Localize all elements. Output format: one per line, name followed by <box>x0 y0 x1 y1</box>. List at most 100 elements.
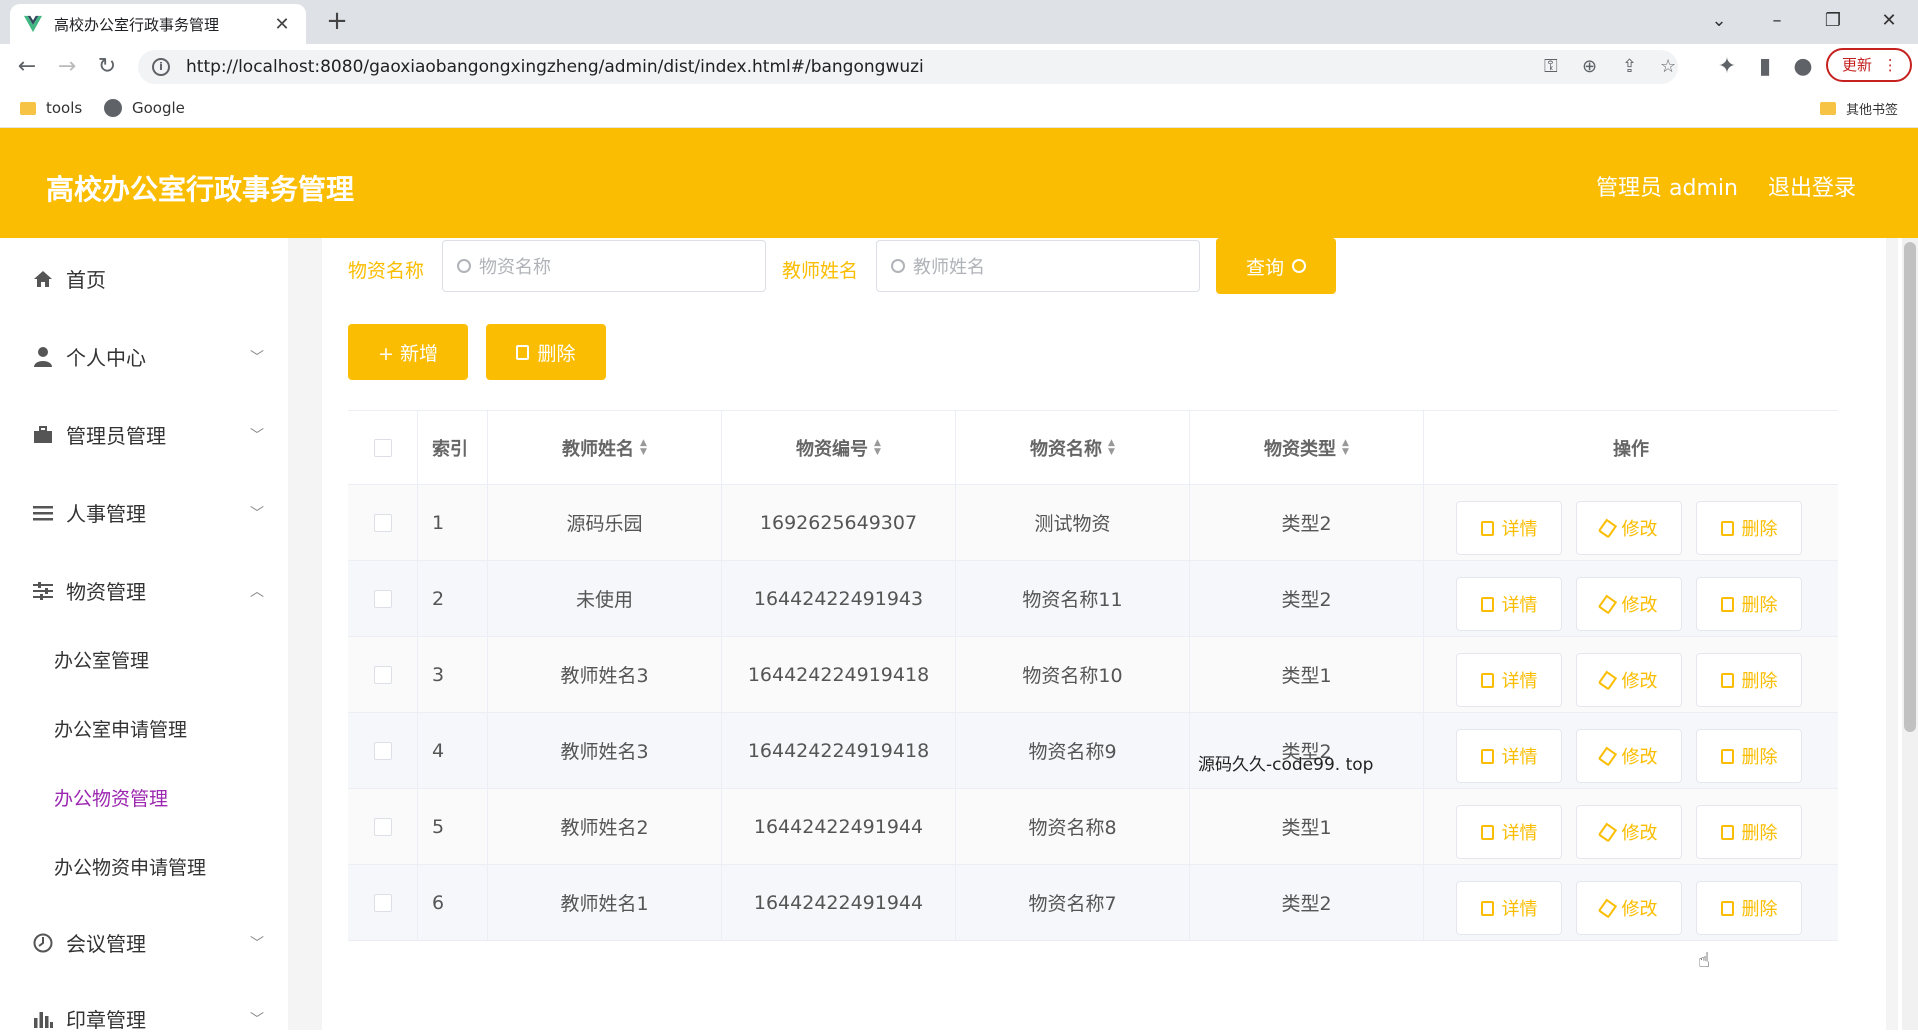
query-button[interactable]: 查询 <box>1216 238 1336 294</box>
delete-button[interactable]: 删除 <box>1696 729 1802 783</box>
edit-button[interactable]: 修改 <box>1576 729 1682 783</box>
new-tab-icon[interactable]: + <box>322 6 352 36</box>
search-name-input[interactable]: 物资名称 <box>442 240 766 292</box>
cell-code: 164424224919418 <box>722 713 956 788</box>
sort-icon[interactable]: ▲ ▼ <box>874 438 881 457</box>
edit-label: 修改 <box>1621 519 1658 540</box>
url-field[interactable]: i http://localhost:8080/gaoxiaobangongxi… <box>138 50 1678 84</box>
edit-button[interactable]: 修改 <box>1576 881 1682 935</box>
close-tab-icon[interactable]: ✕ <box>272 14 292 35</box>
other-bookmarks[interactable]: 其他书签 <box>1820 99 1898 118</box>
edit-button[interactable]: 修改 <box>1576 577 1682 631</box>
sort-icon[interactable]: ▲ ▼ <box>1342 438 1349 457</box>
cell-teacher: 未使用 <box>488 561 722 636</box>
edit-button[interactable]: 修改 <box>1576 501 1682 555</box>
edit-icon <box>1597 746 1617 766</box>
sidebar-item-seals[interactable]: 印章管理 ﹀ <box>32 1004 268 1033</box>
index-value: 5 <box>432 815 445 838</box>
sidebar-item-meetings[interactable]: 会议管理 ﹀ <box>32 928 268 957</box>
logout-link[interactable]: 退出登录 <box>1768 170 1856 202</box>
delete-button[interactable]: 删除 <box>1696 805 1802 859</box>
index-value: 1 <box>432 511 445 534</box>
chevron-up-icon: ︿ <box>250 583 264 600</box>
col-name[interactable]: 物资名称 ▲ ▼ <box>956 411 1190 484</box>
detail-button[interactable]: 详情 <box>1456 577 1562 631</box>
update-button[interactable]: 更新 ⋮ <box>1826 48 1912 82</box>
sidebar-subitem-office[interactable]: 办公室管理 <box>54 646 149 673</box>
sidebar-subitem-supplies-apply[interactable]: 办公物资申请管理 <box>54 853 206 880</box>
sidebar-subitem-office-supplies[interactable]: 办公物资管理 <box>54 784 168 811</box>
add-label: + 新增 <box>378 342 438 365</box>
tab-search-icon[interactable]: ⌄ <box>1696 4 1742 38</box>
more-icon[interactable]: ⋮ <box>1883 56 1898 74</box>
row-checkbox[interactable] <box>373 665 392 684</box>
extensions-icon[interactable]: ✦ <box>1712 52 1742 82</box>
detail-button[interactable]: 详情 <box>1456 729 1562 783</box>
cell-index: 5 <box>418 789 488 864</box>
key-icon[interactable]: ⚿ <box>1544 56 1558 77</box>
search-teacher-input[interactable]: 教师姓名 <box>876 240 1200 292</box>
delete-button[interactable]: 删除 <box>1696 577 1802 631</box>
sidebar-item-admins[interactable]: 管理员管理 ﹀ <box>32 420 268 449</box>
row-checkbox[interactable] <box>373 589 392 608</box>
detail-button[interactable]: 详情 <box>1456 501 1562 555</box>
sidebar-subitem-office-apply[interactable]: 办公室申请管理 <box>54 715 187 742</box>
name-value: 物资名称9 <box>1028 741 1117 763</box>
cell-actions: 详情 修改 删除 <box>1424 865 1838 940</box>
share-icon[interactable]: ⇪ <box>1622 56 1637 77</box>
sidebar-item-home[interactable]: 首页 <box>32 264 268 293</box>
back-icon[interactable]: ← <box>12 52 42 82</box>
cell-code: 1692625649307 <box>722 485 956 560</box>
bookmark-tools[interactable]: tools <box>20 99 82 117</box>
trash-icon <box>1720 672 1734 688</box>
cell-type: 类型2 <box>1190 485 1424 560</box>
delete-label: 删除 <box>1741 595 1778 616</box>
sidebar-item-personnel[interactable]: 人事管理 ﹀ <box>32 498 268 527</box>
edit-button[interactable]: 修改 <box>1576 805 1682 859</box>
detail-button[interactable]: 详情 <box>1456 881 1562 935</box>
chevron-down-icon: ﹀ <box>250 427 264 444</box>
document-icon <box>1480 672 1494 688</box>
type-value: 类型2 <box>1281 893 1332 915</box>
col-type[interactable]: 物资类型 ▲ ▼ <box>1190 411 1424 484</box>
sidebar-item-profile[interactable]: 个人中心 ﹀ <box>32 342 268 371</box>
forward-icon[interactable]: → <box>52 52 82 82</box>
close-window-icon[interactable]: ✕ <box>1866 4 1912 38</box>
row-checkbox[interactable] <box>373 817 392 836</box>
detail-button[interactable]: 详情 <box>1456 805 1562 859</box>
edit-button[interactable]: 修改 <box>1576 653 1682 707</box>
restore-icon[interactable]: ❐ <box>1810 4 1856 38</box>
reload-icon[interactable]: ↻ <box>92 52 122 82</box>
batch-delete-button[interactable]: 删除 <box>486 324 606 380</box>
col-teacher[interactable]: 教师姓名 ▲ ▼ <box>488 411 722 484</box>
trash-icon <box>1720 748 1734 764</box>
select-all-checkbox[interactable] <box>373 438 392 457</box>
bar-chart-icon <box>32 1008 54 1030</box>
zoom-icon[interactable]: ⊕ <box>1582 56 1597 77</box>
cell-name: 物资名称8 <box>956 789 1190 864</box>
col-code[interactable]: 物资编号 ▲ ▼ <box>722 411 956 484</box>
scrollbar-thumb[interactable] <box>1904 242 1916 732</box>
sidebar-item-materials[interactable]: 物资管理 ︿ <box>32 576 268 605</box>
row-checkbox[interactable] <box>373 741 392 760</box>
minimize-icon[interactable]: – <box>1754 4 1800 38</box>
sort-icon[interactable]: ▲ ▼ <box>640 438 647 457</box>
add-button[interactable]: + 新增 <box>348 324 468 380</box>
sort-icon[interactable]: ▲ ▼ <box>1108 438 1115 457</box>
cell-actions: 详情 修改 删除 <box>1424 637 1838 712</box>
row-checkbox[interactable] <box>373 513 392 532</box>
detail-button[interactable]: 详情 <box>1456 653 1562 707</box>
row-checkbox[interactable] <box>373 893 392 912</box>
folder-icon <box>20 101 36 115</box>
delete-button[interactable]: 删除 <box>1696 881 1802 935</box>
profile-icon[interactable]: ● <box>1788 52 1818 82</box>
browser-tab[interactable]: 高校办公室行政事务管理 ✕ <box>10 4 306 44</box>
bookmark-google[interactable]: Google <box>104 99 185 117</box>
page-scrollbar[interactable] <box>1902 238 1918 1030</box>
side-panel-icon[interactable]: ▮ <box>1750 52 1780 82</box>
delete-button[interactable]: 删除 <box>1696 653 1802 707</box>
delete-button[interactable]: 删除 <box>1696 501 1802 555</box>
bookmark-star-icon[interactable]: ☆ <box>1660 56 1676 77</box>
site-info-icon[interactable]: i <box>152 58 170 76</box>
table-row: 2 未使用 16442422491943 物资名称11 类型2 详情 修改 删除 <box>348 561 1838 637</box>
